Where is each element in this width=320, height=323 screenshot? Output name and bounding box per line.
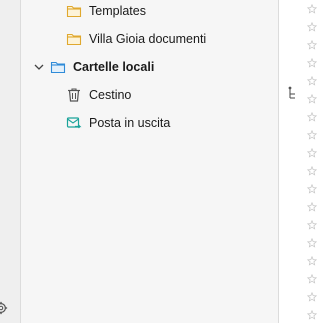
star-icon[interactable] — [307, 58, 317, 68]
outbox-icon — [66, 117, 82, 129]
folder-label: Cestino — [89, 88, 132, 102]
account-label: Cartelle locali — [73, 60, 155, 74]
folder-icon — [66, 5, 82, 18]
star-icon[interactable] — [307, 238, 317, 248]
account-row-local-folders[interactable]: Cartelle locali — [21, 53, 278, 81]
star-column — [307, 0, 317, 323]
star-icon[interactable] — [307, 76, 317, 86]
folder-row-templates[interactable]: Templates — [21, 0, 278, 25]
star-icon[interactable] — [307, 220, 317, 230]
star-icon[interactable] — [307, 184, 317, 194]
star-icon[interactable] — [307, 256, 317, 266]
star-icon[interactable] — [307, 4, 317, 14]
thread-tree-icon[interactable] — [287, 86, 299, 100]
spaces-toolbar — [0, 0, 21, 323]
thread-pane — [279, 0, 317, 323]
star-icon[interactable] — [307, 292, 317, 302]
star-icon[interactable] — [307, 310, 317, 320]
chevron-down-icon[interactable] — [33, 61, 45, 73]
star-icon[interactable] — [307, 40, 317, 50]
star-icon[interactable] — [307, 274, 317, 284]
local-folders-icon — [50, 61, 66, 74]
folder-pane: Templates Villa Gioia documenti Cartelle… — [21, 0, 279, 323]
folder-row-trash[interactable]: Cestino — [21, 81, 278, 109]
star-icon[interactable] — [307, 112, 317, 122]
star-icon[interactable] — [307, 148, 317, 158]
trash-icon — [68, 88, 80, 102]
folder-label: Villa Gioia documenti — [89, 32, 207, 46]
star-icon[interactable] — [307, 22, 317, 32]
star-icon[interactable] — [307, 130, 317, 140]
folder-label: Posta in uscita — [89, 116, 171, 130]
star-icon[interactable] — [307, 94, 317, 104]
star-icon[interactable] — [307, 202, 317, 212]
folder-row-villa-gioia[interactable]: Villa Gioia documenti — [21, 25, 278, 53]
settings-gear-icon[interactable] — [0, 301, 8, 315]
folder-icon — [66, 33, 82, 46]
folder-label: Templates — [89, 4, 146, 18]
star-icon[interactable] — [307, 166, 317, 176]
folder-row-outbox[interactable]: Posta in uscita — [21, 109, 278, 137]
